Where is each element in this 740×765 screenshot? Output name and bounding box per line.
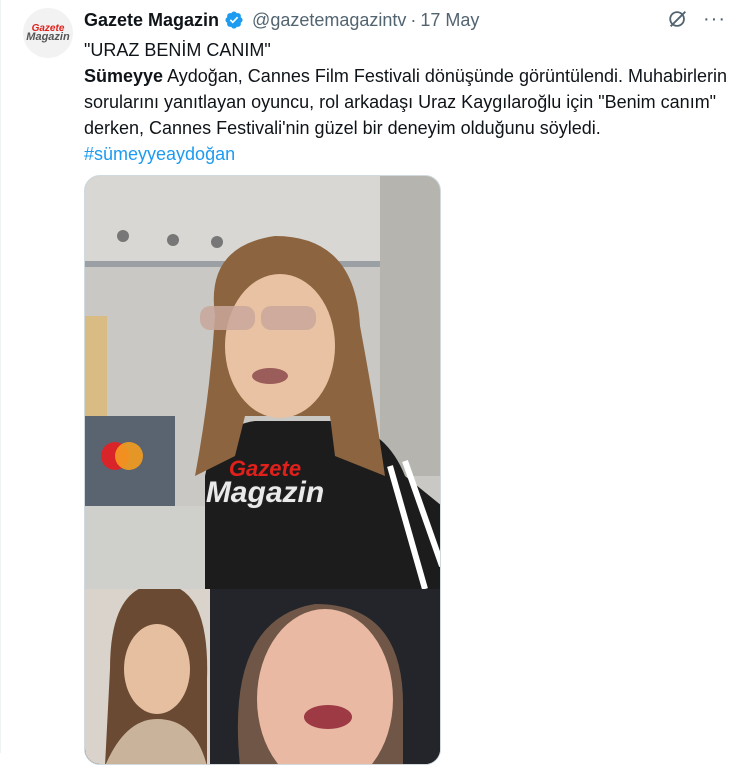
more-icon[interactable]: ··· [703,9,726,29]
tweet-text: "URAZ BENİM CANIM" Sümeyye Aydoğan, Cann… [84,37,734,167]
watermark-bottom: Magazin [205,475,325,509]
tweet-text-line1: "URAZ BENİM CANIM" [84,40,271,60]
avatar[interactable]: Gazete Magazin [23,8,73,58]
hashtag-link[interactable]: #sümeyyeaydoğan [84,144,235,164]
tweet-text-body-copy: Aydoğan, Cannes Film Festivali dönüşünde… [84,66,728,138]
avatar-logo-bottom: Magazin [26,30,70,43]
media-video-frame-portraits [85,589,440,764]
grok-icon[interactable] [667,8,689,30]
portraits-illustration [85,589,440,764]
media-watermark: Gazete Magazin [200,458,330,509]
tweet-media[interactable]: Gazete Magazin [84,175,441,765]
tweet-actions-top: ··· [667,8,726,30]
tweet-date[interactable]: 17 May [420,10,479,31]
airport-scene-illustration [85,176,440,589]
tweet-text-bold-name: Sümeyye [84,66,164,86]
separator-dot: · [410,9,417,30]
tweet[interactable]: Gazete Magazin Gazete Magazin @gazetemag… [0,0,740,765]
verified-badge-icon [225,11,243,29]
avatar-logo: Gazete Magazin [26,23,70,43]
tweet-header: Gazete Magazin @gazetemagazintv · 17 May [84,8,479,32]
display-name[interactable]: Gazete Magazin [84,10,219,31]
tweet-text-body: Sümeyye Aydoğan, Cannes Film Festivali d… [84,63,734,167]
handle[interactable]: @gazetemagazintv [252,10,406,31]
media-video-frame-airport: Gazete Magazin [85,176,440,589]
